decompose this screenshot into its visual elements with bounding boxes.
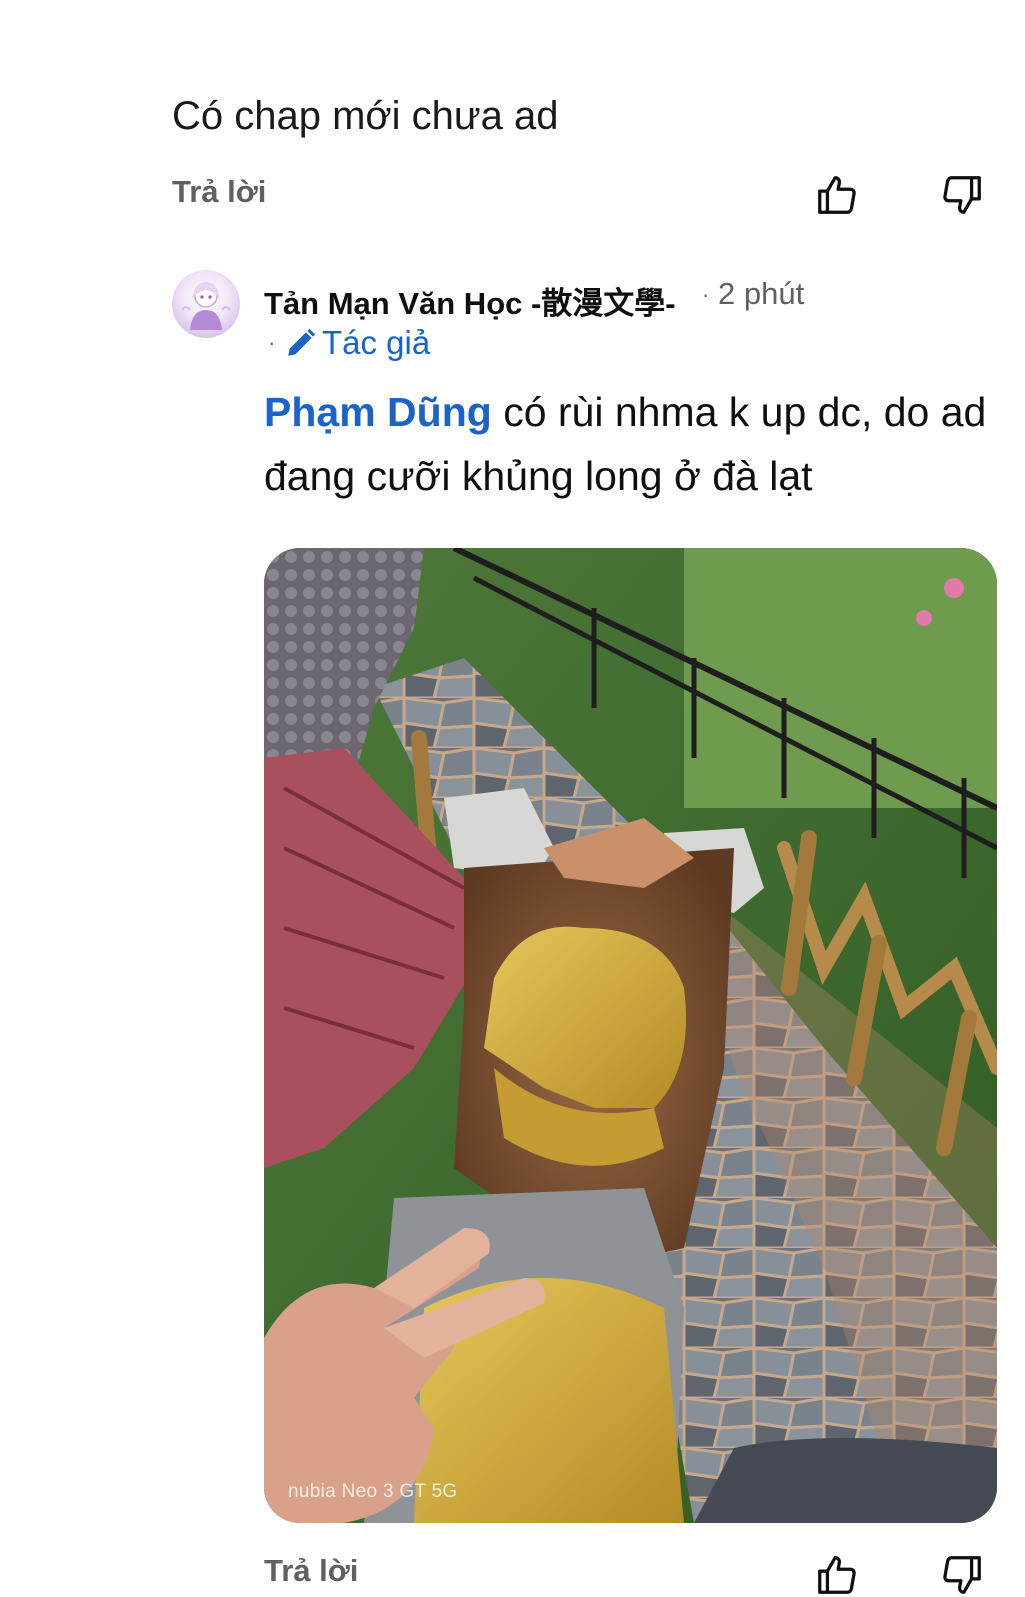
- previous-comment-like-button[interactable]: [810, 168, 864, 222]
- reply-comment-text: Phạm Dũng có rùi nhma k up dc, do ad đan…: [264, 380, 1004, 508]
- author-badge-label: Tác giả: [322, 324, 431, 361]
- comment-time: 2 phút: [718, 276, 805, 311]
- reply-comment-reply-button[interactable]: Trả lời: [264, 1553, 358, 1589]
- author-name[interactable]: Tản Mạn Văn Học -散漫文學-: [264, 278, 676, 323]
- author-avatar[interactable]: [172, 270, 240, 338]
- image-watermark: nubia Neo 3 GT 5G: [288, 1481, 458, 1502]
- previous-comment-reply-button[interactable]: Trả lời: [172, 174, 266, 210]
- author-badge: Tác giả: [284, 324, 430, 362]
- separator-dot: ·: [268, 330, 276, 355]
- attached-photo[interactable]: nubia Neo 3 GT 5G: [264, 548, 997, 1523]
- photo-dragon-statue: [264, 548, 997, 1523]
- thumbs-down-icon: [943, 1556, 981, 1594]
- previous-comment-text: Có chap mới chưa ad: [172, 94, 559, 138]
- reply-like-button[interactable]: [810, 1548, 864, 1597]
- thumbs-down-icon: [943, 176, 981, 214]
- thumbs-up-icon: [818, 176, 856, 214]
- separator-dot: ·: [702, 282, 710, 307]
- avatar-illustration: [181, 282, 231, 330]
- thumbs-up-icon: [818, 1556, 856, 1594]
- previous-comment-dislike-button[interactable]: [935, 168, 989, 222]
- reply-dislike-button[interactable]: [935, 1548, 989, 1597]
- pencil-icon: [288, 328, 316, 356]
- mention-link[interactable]: Phạm Dũng: [264, 389, 492, 435]
